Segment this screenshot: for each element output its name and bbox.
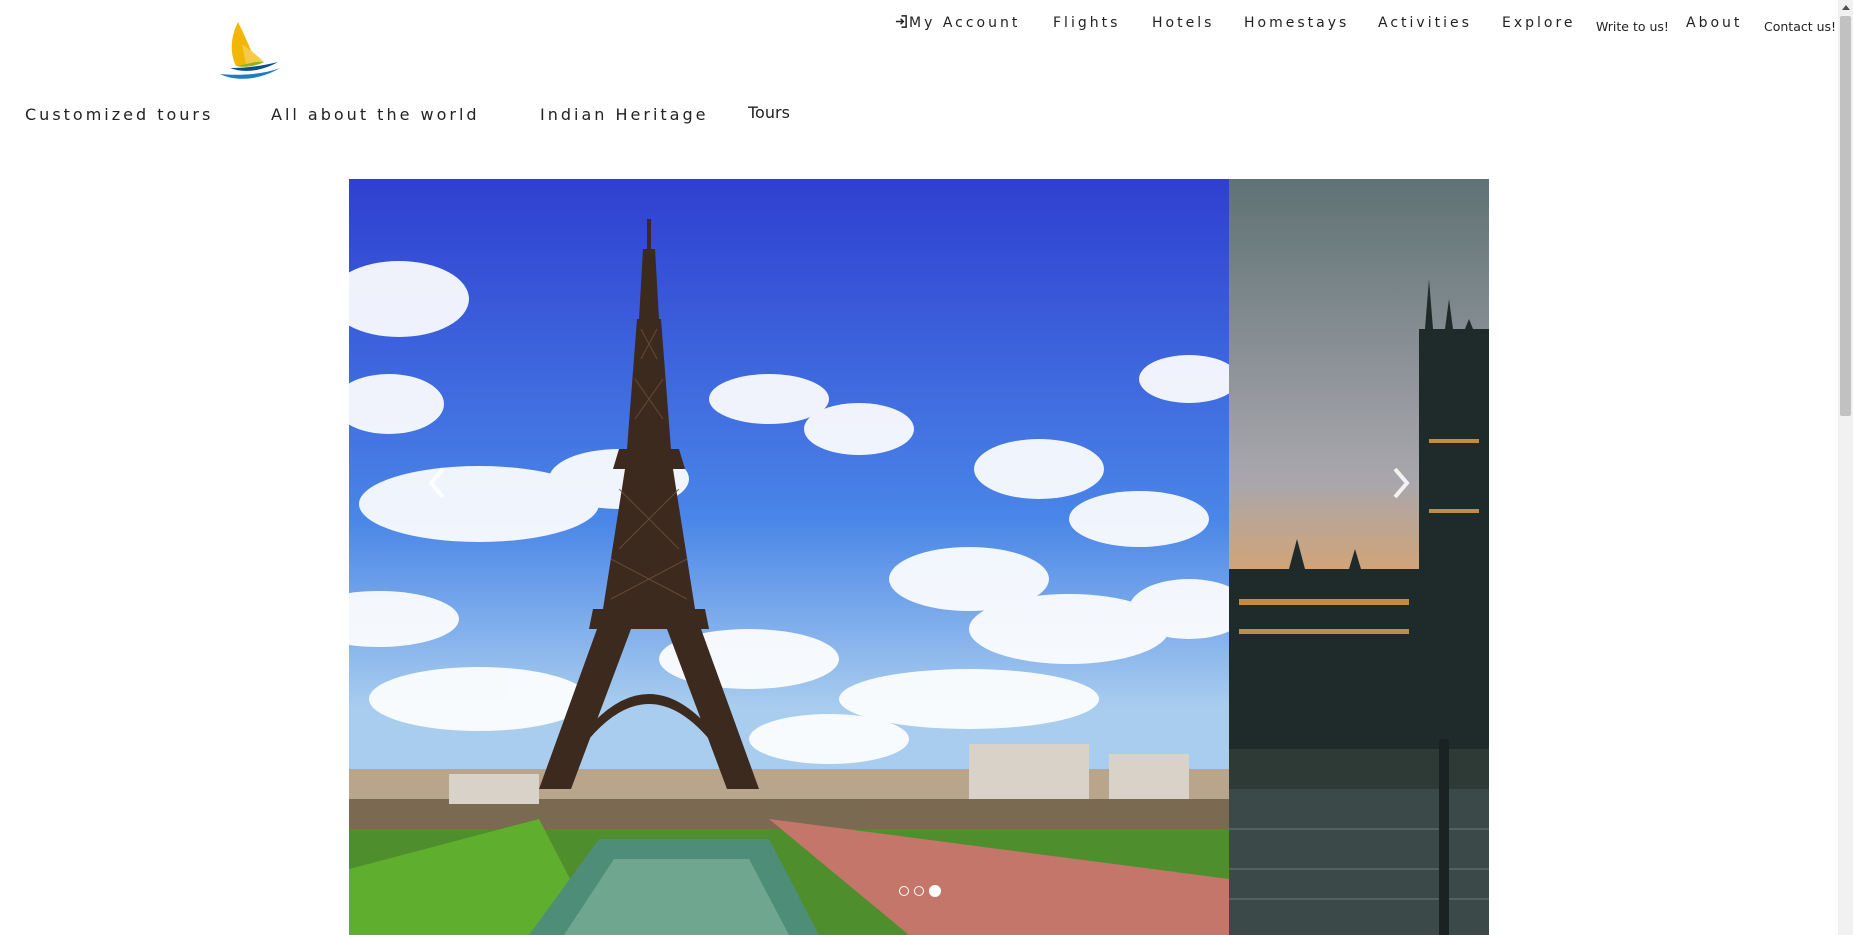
login-icon	[895, 15, 907, 28]
my-account-link[interactable]: My Account	[895, 15, 1020, 31]
carousel-next-button[interactable]	[1371, 443, 1431, 523]
page-scrollbar[interactable]	[1838, 0, 1853, 935]
scrollbar-thumb[interactable]	[1840, 16, 1851, 416]
chevron-right-icon	[1393, 467, 1410, 499]
my-account-label: My Account	[909, 15, 1021, 31]
nav-homestays[interactable]: Homestays	[1244, 15, 1349, 31]
carousel-indicators	[899, 885, 941, 897]
carousel-indicator[interactable]	[914, 886, 924, 896]
cat-indian-heritage[interactable]: Indian Heritage	[540, 105, 708, 124]
hero-carousel	[349, 179, 1489, 935]
cat-all-about-world[interactable]: All about the world	[271, 105, 480, 124]
carousel-prev-button[interactable]	[407, 443, 467, 523]
nav-write-to-us[interactable]: Write to us!	[1596, 19, 1669, 34]
eiffel-tower-image	[349, 179, 1229, 935]
cat-customized-tours[interactable]: Customized tours	[25, 105, 213, 124]
top-nav: My Account Flights Hotels Homestays Acti…	[0, 15, 1853, 39]
nav-hotels[interactable]: Hotels	[1152, 15, 1214, 31]
nav-contact-us[interactable]: Contact us!	[1764, 19, 1836, 34]
carousel-indicator[interactable]	[899, 886, 909, 896]
chevron-left-icon	[428, 467, 445, 499]
nav-explore[interactable]: Explore	[1502, 15, 1576, 31]
scroll-up-arrow-icon[interactable]	[1838, 0, 1853, 14]
carousel-indicator-active[interactable]	[929, 885, 941, 897]
nav-flights[interactable]: Flights	[1053, 15, 1120, 31]
nav-activities[interactable]: Activities	[1378, 15, 1472, 31]
westminster-palace-image	[1229, 179, 1489, 935]
cat-tours[interactable]: Tours	[748, 103, 790, 122]
nav-about[interactable]: About	[1686, 15, 1742, 31]
